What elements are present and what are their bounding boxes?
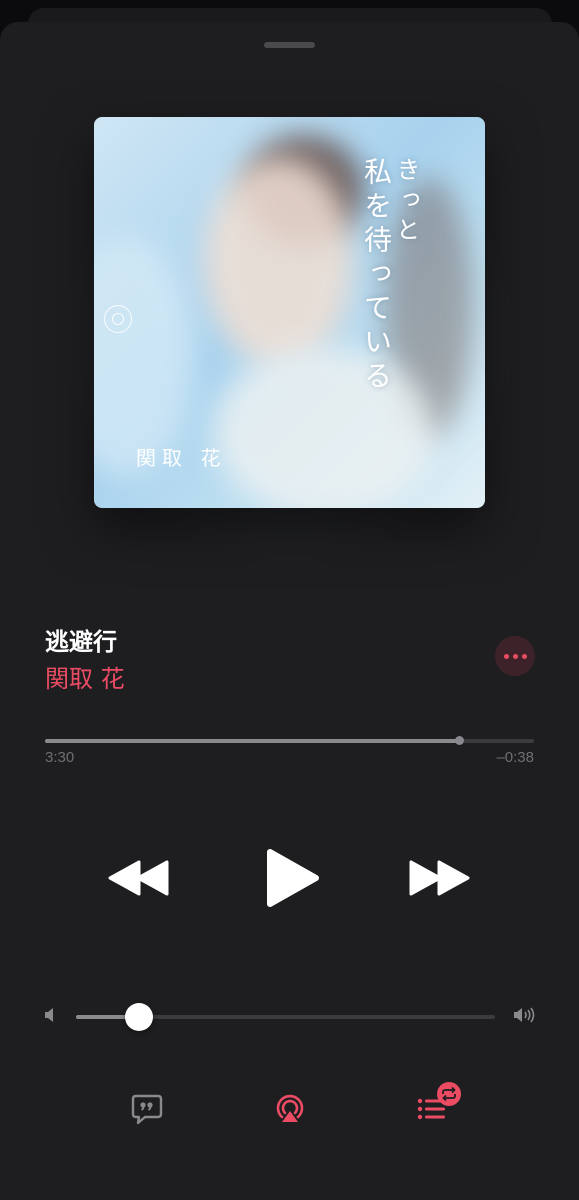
- now-playing-sheet: きっと 私を待っている 関取 花 逃避行 関取 花 3:30 –0:38: [0, 22, 579, 1200]
- artwork-haze: [94, 237, 194, 477]
- sheet-grabber[interactable]: [264, 42, 315, 48]
- playback-progress-fill: [45, 739, 459, 743]
- play-button[interactable]: [264, 848, 320, 908]
- queue-repeat-icon: [417, 1082, 461, 1120]
- song-title: 逃避行: [45, 628, 117, 656]
- artwork-face: [204, 157, 354, 367]
- volume-slider-knob[interactable]: [124, 1003, 153, 1031]
- airplay-button[interactable]: [274, 1092, 306, 1129]
- more-options-button[interactable]: [495, 636, 535, 676]
- ellipsis-icon: [503, 653, 527, 659]
- play-icon: [267, 849, 319, 907]
- artist-name[interactable]: 関取 花: [45, 659, 125, 694]
- volume-slider[interactable]: [76, 1003, 495, 1031]
- speaker-low-icon: [44, 1007, 56, 1028]
- rewind-icon: [108, 860, 169, 896]
- fast-forward-button[interactable]: [408, 860, 470, 896]
- fast-forward-icon: [409, 860, 470, 896]
- lyrics-quote-icon: [131, 1094, 163, 1125]
- artwork-body: [214, 347, 434, 508]
- album-artwork[interactable]: きっと 私を待っている 関取 花: [94, 117, 485, 508]
- queue-button[interactable]: [415, 1082, 465, 1131]
- lyrics-button[interactable]: [131, 1093, 163, 1130]
- airplay-icon: [276, 1094, 304, 1122]
- artwork-artist-text: 関取 花: [136, 446, 227, 470]
- remaining-time: –0:38: [496, 749, 534, 766]
- speaker-high-icon: [513, 1005, 537, 1030]
- artwork-vertical-text-main: 私を待っている: [360, 157, 393, 395]
- elapsed-time: 3:30: [45, 749, 75, 766]
- playback-scrubber-knob[interactable]: [454, 736, 464, 745]
- rewind-button[interactable]: [108, 860, 170, 896]
- playback-scrubber[interactable]: [45, 736, 534, 745]
- artwork-logo-icon: [104, 305, 132, 333]
- artwork-vertical-text-side: きっと: [392, 157, 420, 247]
